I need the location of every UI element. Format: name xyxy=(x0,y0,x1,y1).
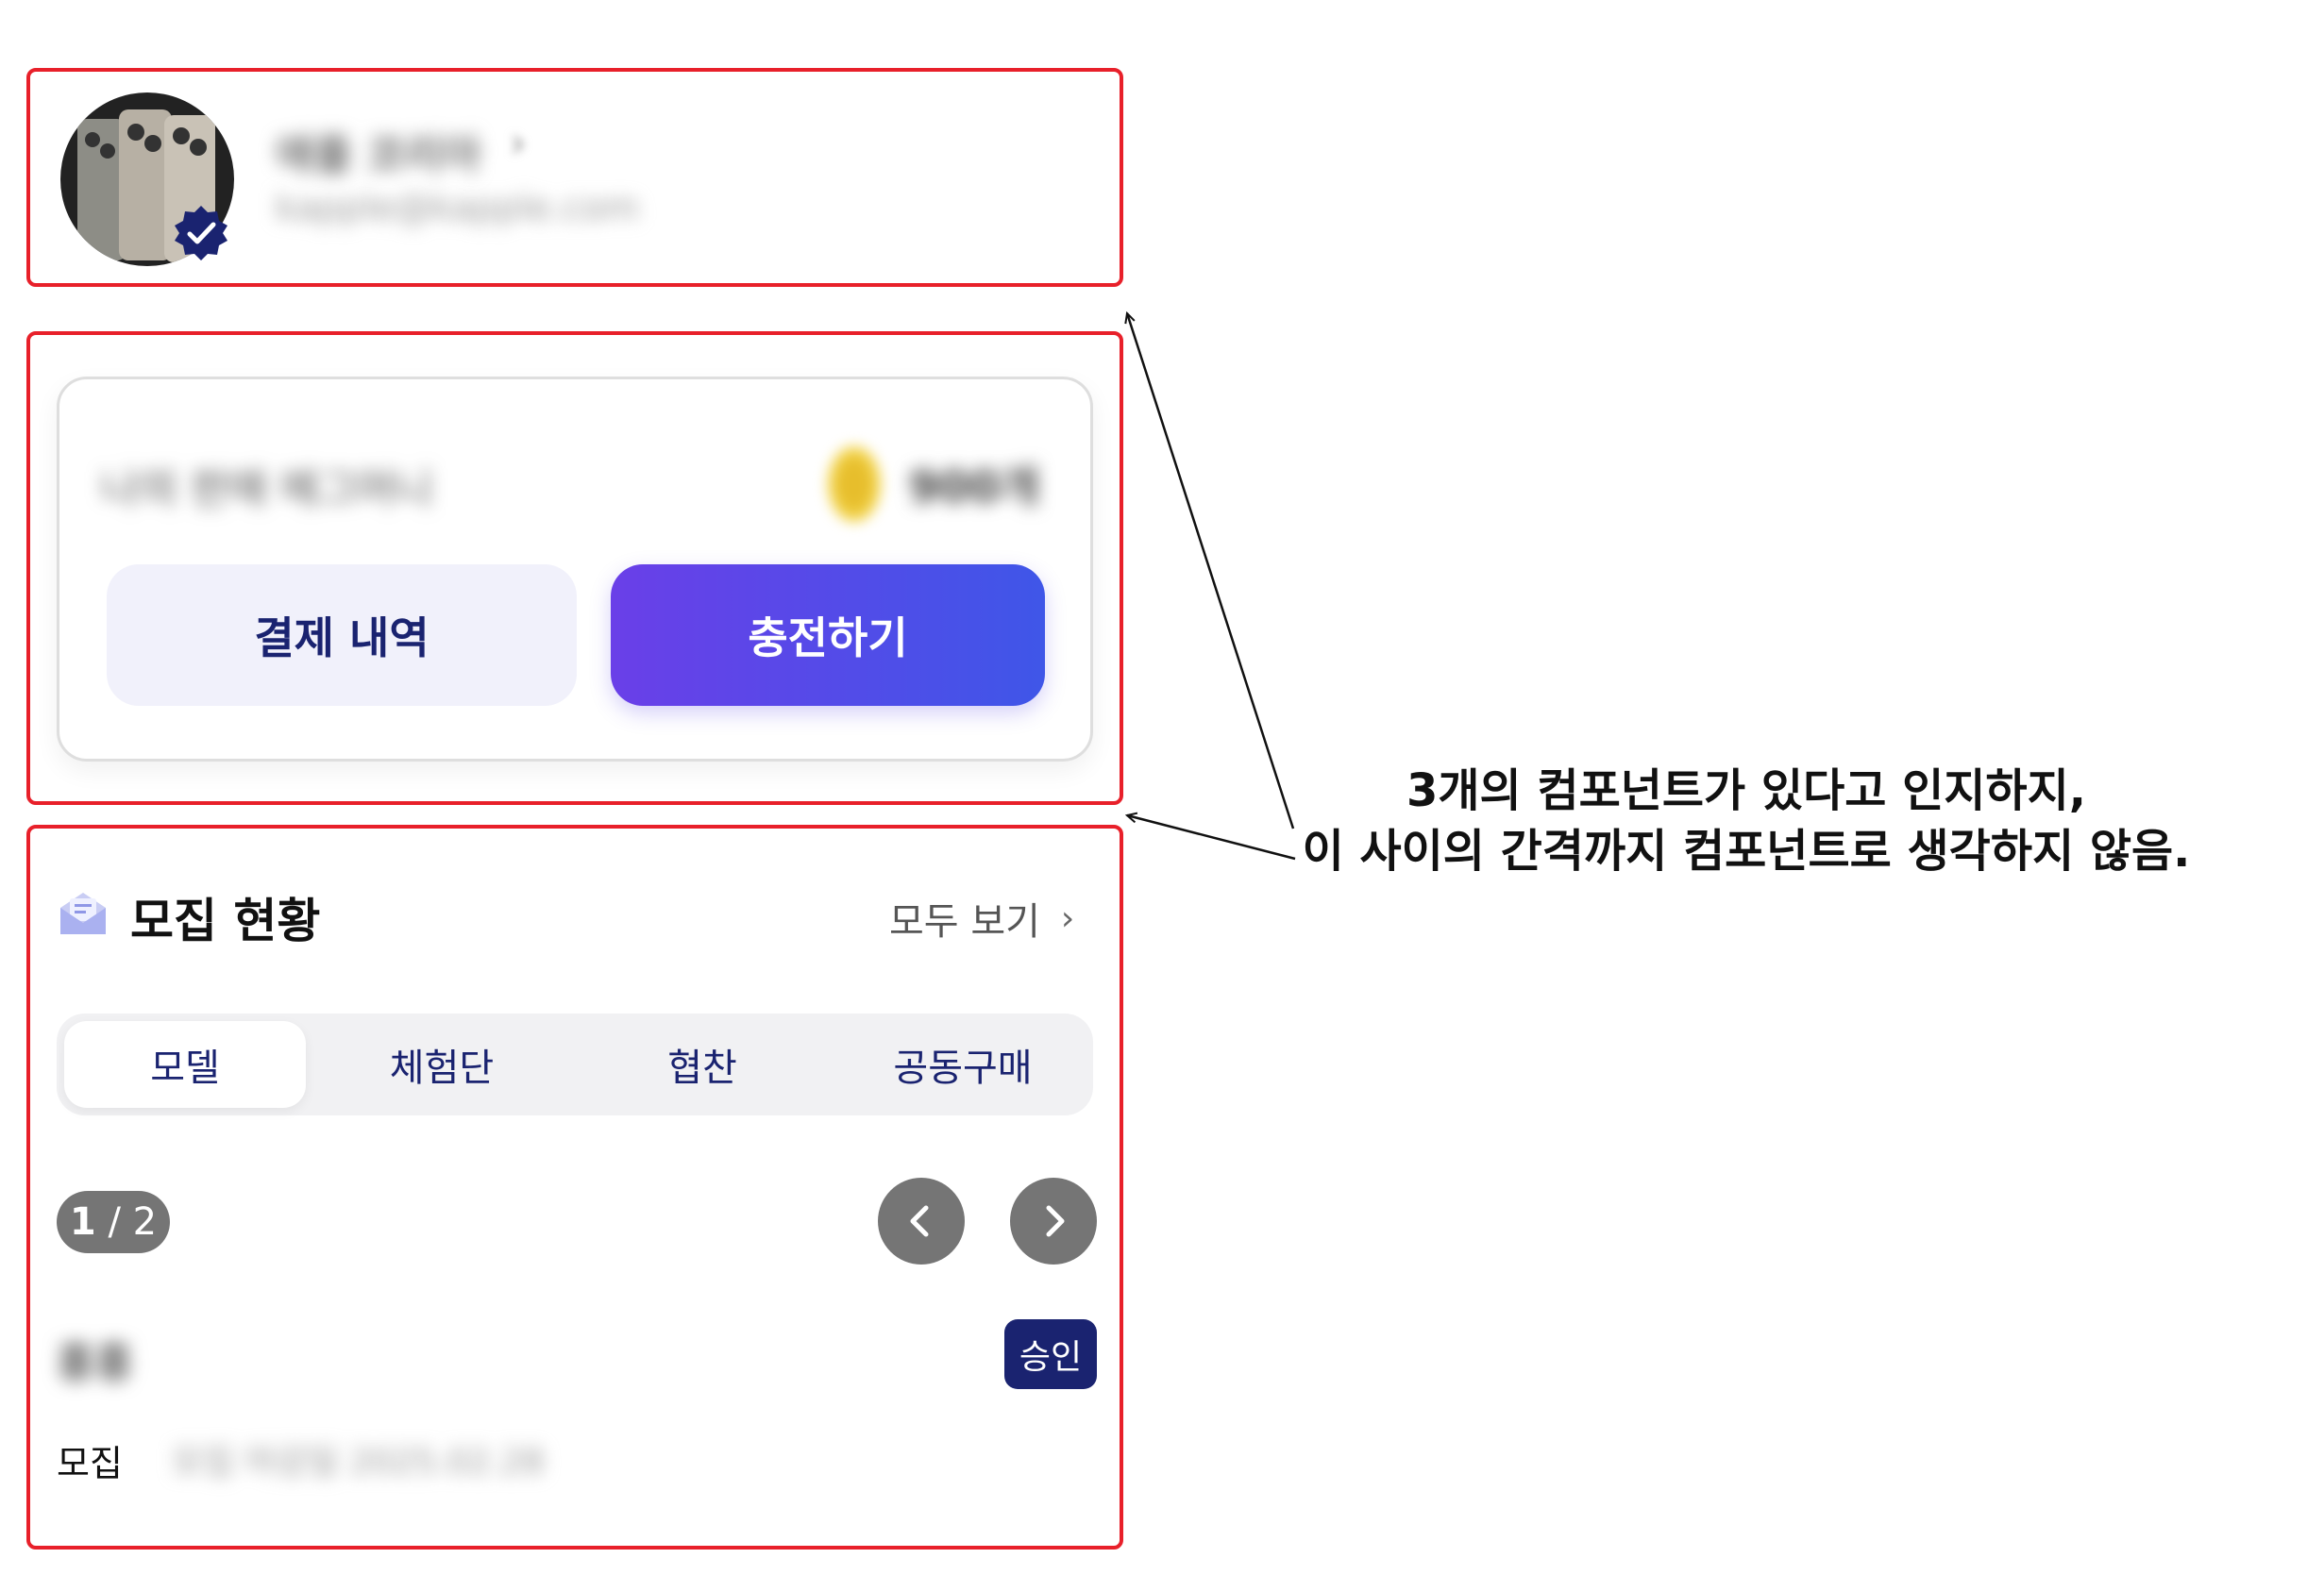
annotation-arrow-top xyxy=(1127,313,1295,829)
annotation-line-1: 3개의 컴포넌트가 있다고 인지하지, xyxy=(1406,764,2086,817)
annotation-note: 3개의 컴포넌트가 있다고 인지하지, 이 사이의 간격까지 컴포넌트로 생각하… xyxy=(1255,761,2237,881)
annotation-line-2: 이 사이의 간격까지 컴포넌트로 생각하지 않음. xyxy=(1302,825,2191,878)
